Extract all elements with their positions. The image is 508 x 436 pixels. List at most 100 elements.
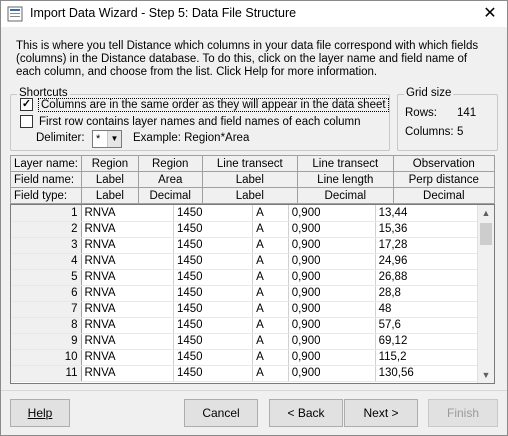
table-cell[interactable]: RNVA (81, 269, 174, 286)
layer-name-label: Layer name: (10, 155, 82, 172)
table-row: 8 RNVA 1450 A 0,900 57,6 (11, 317, 479, 334)
wizard-app-icon (7, 6, 23, 22)
table-cell[interactable]: A (252, 285, 289, 302)
next-button-label: Next > (363, 406, 399, 420)
table-cell[interactable]: 15,36 (375, 221, 479, 238)
table-cell[interactable]: RNVA (81, 237, 174, 254)
table-cell[interactable]: 1450 (173, 205, 254, 222)
table-cell[interactable]: 0,900 (288, 253, 376, 270)
layer-name-cell[interactable]: Line transect (297, 155, 394, 172)
same-order-checkbox[interactable]: ✓ Columns are in the same order as they … (20, 97, 389, 112)
field-type-cell: Label (201, 187, 299, 204)
table-cell[interactable]: 115,2 (375, 349, 479, 366)
table-cell[interactable]: 13,44 (375, 205, 479, 222)
layer-name-cell[interactable]: Observation (392, 155, 496, 172)
layer-name-cell[interactable]: Region (80, 155, 139, 172)
table-cell[interactable]: 1450 (173, 285, 254, 302)
row-number: 9 (11, 333, 82, 350)
table-cell[interactable]: RNVA (81, 349, 174, 366)
table-cell[interactable]: 0,900 (288, 317, 376, 334)
field-name-cell[interactable]: Label (201, 171, 299, 188)
table-cell[interactable]: RNVA (81, 365, 174, 382)
table-cell[interactable]: 57,6 (375, 317, 479, 334)
table-cell[interactable]: 48 (375, 301, 479, 318)
table-cell[interactable]: 0,900 (288, 365, 376, 382)
table-cell[interactable]: 1450 (173, 317, 254, 334)
chevron-up-icon[interactable]: ▲ (478, 205, 494, 221)
table-cell[interactable]: A (252, 365, 289, 382)
field-name-cell[interactable]: Area (137, 171, 203, 188)
table-cell[interactable]: RNVA (81, 221, 174, 238)
table-cell[interactable]: RNVA (81, 253, 174, 270)
finish-button[interactable]: Finish (428, 399, 498, 427)
field-name-cell[interactable]: Line length (297, 171, 394, 188)
table-cell[interactable]: A (252, 349, 289, 366)
table-cell[interactable]: 26,88 (375, 269, 479, 286)
table-cell[interactable]: RNVA (81, 301, 174, 318)
first-row-names-checkbox[interactable]: First row contains layer names and field… (20, 115, 361, 128)
field-name-label: Field name: (10, 171, 82, 188)
layer-name-cell[interactable]: Line transect (201, 155, 299, 172)
table-cell[interactable]: 1450 (173, 269, 254, 286)
grid-size-label: Grid size (404, 87, 454, 99)
table-cell[interactable]: A (252, 301, 289, 318)
field-name-cell[interactable]: Perp distance (392, 171, 496, 188)
table-cell[interactable]: 28,8 (375, 285, 479, 302)
row-number: 5 (11, 269, 82, 286)
chevron-down-icon[interactable]: ▼ (478, 367, 494, 383)
field-name-row: Field name: Label Area Label Line length… (10, 171, 496, 188)
table-cell[interactable]: 0,900 (288, 301, 376, 318)
close-button[interactable]: ✕ (473, 1, 507, 27)
table-cell[interactable]: 1450 (173, 221, 254, 238)
table-cell[interactable]: RNVA (81, 333, 174, 350)
row-number: 3 (11, 237, 82, 254)
table-cell[interactable]: 0,900 (288, 349, 376, 366)
help-button[interactable]: Help (10, 399, 70, 427)
delimiter-select[interactable]: * ▼ (92, 130, 122, 148)
table-cell[interactable]: 1450 (173, 365, 254, 382)
table-cell[interactable]: A (252, 221, 289, 238)
table-cell[interactable]: 0,900 (288, 205, 376, 222)
table-cell[interactable]: 69,12 (375, 333, 479, 350)
field-name-cell[interactable]: Label (80, 171, 139, 188)
back-button[interactable]: < Back (269, 399, 343, 427)
table-cell[interactable]: RNVA (81, 205, 174, 222)
table-cell[interactable]: 1450 (173, 349, 254, 366)
table-cell[interactable]: A (252, 333, 289, 350)
data-preview-grid[interactable]: 1 RNVA 1450 A 0,900 13,44 2 RNVA 1450 A 0,900 15,3… (10, 204, 495, 384)
table-row: 4 RNVA 1450 A 0,900 24,96 (11, 253, 479, 270)
table-cell[interactable]: 0,900 (288, 269, 376, 286)
button-separator (1, 390, 507, 391)
table-cell[interactable]: 1450 (173, 253, 254, 270)
table-cell[interactable]: A (252, 237, 289, 254)
table-cell[interactable]: 130,56 (375, 365, 479, 382)
table-cell[interactable]: 0,900 (288, 221, 376, 238)
table-row: 5 RNVA 1450 A 0,900 26,88 (11, 269, 479, 286)
scrollbar-thumb[interactable] (480, 223, 492, 245)
table-cell[interactable]: 1450 (173, 301, 254, 318)
table-cell[interactable]: 0,900 (288, 333, 376, 350)
next-button[interactable]: Next > (344, 399, 418, 427)
table-cell[interactable]: 1450 (173, 237, 254, 254)
vertical-scrollbar[interactable]: ▲ ▼ (477, 205, 494, 383)
layer-name-cell[interactable]: Region (137, 155, 203, 172)
table-cell[interactable]: 0,900 (288, 237, 376, 254)
table-cell[interactable]: 24,96 (375, 253, 479, 270)
table-cell[interactable]: 0,900 (288, 285, 376, 302)
table-cell[interactable]: A (252, 205, 289, 222)
cancel-button-label: Cancel (202, 406, 240, 420)
field-type-cell: Decimal (137, 187, 203, 204)
columns-value: 5 (457, 126, 464, 138)
table-cell[interactable]: RNVA (81, 317, 174, 334)
table-cell[interactable]: 17,28 (375, 237, 479, 254)
table-cell[interactable]: A (252, 253, 289, 270)
table-cell[interactable]: 1450 (173, 333, 254, 350)
columns-label: Columns: (405, 126, 454, 138)
cancel-button[interactable]: Cancel (184, 399, 258, 427)
table-cell[interactable]: A (252, 317, 289, 334)
table-cell[interactable]: RNVA (81, 285, 174, 302)
help-button-label: Help (27, 406, 53, 420)
grid-size-group: Grid size (397, 87, 498, 151)
row-number: 11 (11, 365, 82, 382)
table-cell[interactable]: A (252, 269, 289, 286)
